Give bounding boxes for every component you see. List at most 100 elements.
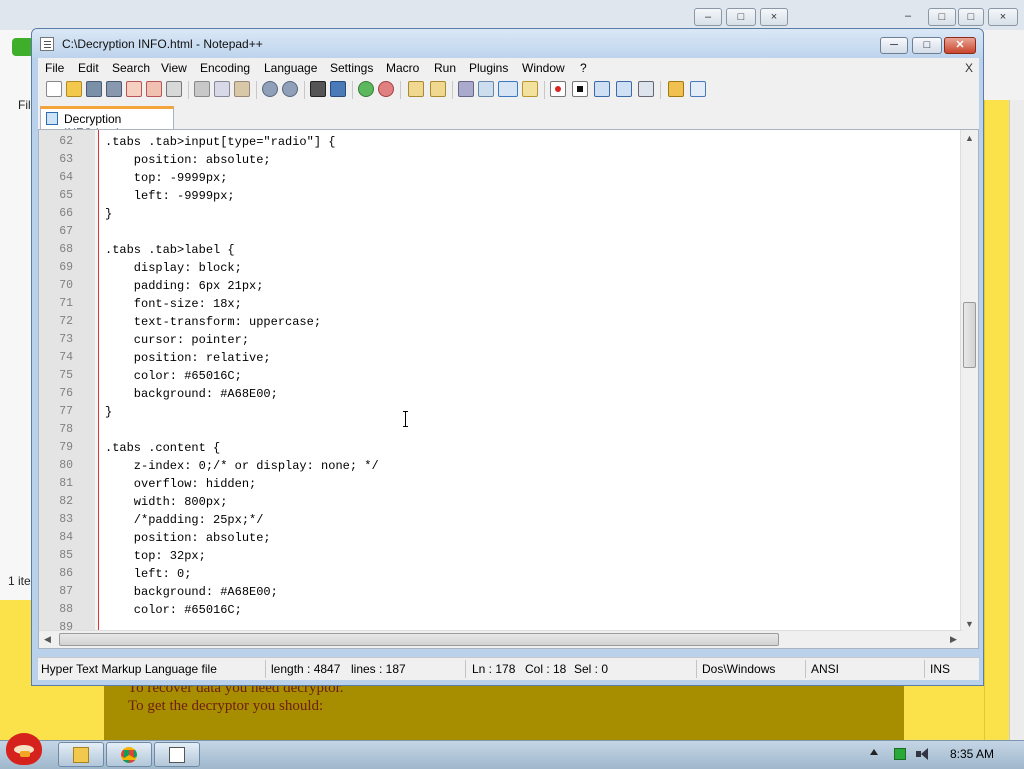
code-line[interactable]: 88 color: #65016C; — [39, 601, 962, 619]
code-line[interactable]: 84 position: absolute; — [39, 529, 962, 547]
code-line[interactable]: 86 left: 0; — [39, 565, 962, 583]
zoom-in-icon[interactable] — [358, 81, 374, 97]
scroll-left-arrow[interactable]: ◀ — [39, 631, 56, 648]
cut-icon[interactable] — [194, 81, 210, 97]
code-line[interactable]: 76 background: #A68E00; — [39, 385, 962, 403]
background-minimize-button-2[interactable]: – — [898, 8, 918, 26]
code-line[interactable]: 65 left: -9999px; — [39, 187, 962, 205]
close-button[interactable]: ✕ — [944, 37, 976, 54]
menu-macro[interactable]: Macro — [386, 61, 419, 75]
play-macro-icon[interactable] — [594, 81, 610, 97]
maximize-button[interactable]: □ — [912, 37, 942, 54]
code-line[interactable]: 87 background: #A68E00; — [39, 583, 962, 601]
undo-icon[interactable] — [262, 81, 278, 97]
code-line[interactable]: 69 display: block; — [39, 259, 962, 277]
close-document-button[interactable]: X — [965, 61, 973, 75]
menu-help[interactable]: ? — [580, 61, 587, 75]
new-file-icon[interactable] — [46, 81, 62, 97]
menu-window[interactable]: Window — [522, 61, 565, 75]
show-hidden-icons-icon[interactable] — [870, 749, 878, 755]
stop-macro-icon[interactable] — [572, 81, 588, 97]
code-line[interactable]: 64 top: -9999px; — [39, 169, 962, 187]
taskbar-explorer-button[interactable] — [58, 742, 104, 767]
sync-v-icon[interactable] — [408, 81, 424, 97]
record-macro-icon[interactable] — [550, 81, 566, 97]
window-titlebar[interactable]: C:\Decryption INFO.html - Notepad++ ─ □ … — [32, 29, 983, 59]
indent-guide-icon[interactable] — [498, 81, 518, 97]
paste-icon[interactable] — [234, 81, 250, 97]
code-line[interactable]: 67 — [39, 223, 962, 241]
menu-search[interactable]: Search — [112, 61, 150, 75]
code-line[interactable]: 79 .tabs .content { — [39, 439, 962, 457]
horizontal-scrollbar[interactable]: ◀ ▶ — [39, 630, 962, 648]
save-all-icon[interactable] — [106, 81, 122, 97]
doc-map-icon[interactable] — [522, 81, 538, 97]
menu-run[interactable]: Run — [434, 61, 456, 75]
code-line[interactable]: 78 — [39, 421, 962, 439]
minimize-button[interactable]: ─ — [880, 37, 908, 54]
find-icon[interactable] — [310, 81, 326, 97]
menu-encoding[interactable]: Encoding — [200, 61, 250, 75]
save-macro-icon[interactable] — [638, 81, 654, 97]
show-all-chars-icon[interactable] — [478, 81, 494, 97]
code-line[interactable]: 81 overflow: hidden; — [39, 475, 962, 493]
open-file-icon[interactable] — [66, 81, 82, 97]
network-icon[interactable] — [894, 748, 906, 760]
close-all-icon[interactable] — [146, 81, 162, 97]
menu-file[interactable]: File — [45, 61, 64, 75]
taskbar-notepad-button[interactable] — [154, 742, 200, 767]
vertical-scrollbar[interactable]: ▲ ▼ — [960, 130, 978, 633]
folder-icon[interactable] — [668, 81, 684, 97]
code-line[interactable]: 71 font-size: 18x; — [39, 295, 962, 313]
code-line[interactable]: 75 color: #65016C; — [39, 367, 962, 385]
menu-settings[interactable]: Settings — [330, 61, 373, 75]
spellcheck-icon[interactable] — [690, 81, 706, 97]
menu-plugins[interactable]: Plugins — [469, 61, 508, 75]
code-line[interactable]: 70 padding: 6px 21px; — [39, 277, 962, 295]
code-line[interactable]: 80 z-index: 0;/* or display: none; */ — [39, 457, 962, 475]
status-divider — [265, 660, 266, 678]
background-close-button-2[interactable]: × — [988, 8, 1018, 26]
print-icon[interactable] — [166, 81, 182, 97]
scroll-up-arrow[interactable]: ▲ — [961, 130, 978, 147]
word-wrap-icon[interactable] — [458, 81, 474, 97]
redo-icon[interactable] — [282, 81, 298, 97]
run-macro-multiple-icon[interactable] — [616, 81, 632, 97]
code-line[interactable]: 77} — [39, 403, 962, 421]
background-restore-button-2[interactable]: □ — [928, 8, 956, 26]
code-line[interactable]: 68 .tabs .tab>label { — [39, 241, 962, 259]
menu-edit[interactable]: Edit — [78, 61, 99, 75]
code-line[interactable]: 82 width: 800px; — [39, 493, 962, 511]
vertical-scroll-thumb[interactable] — [963, 302, 976, 368]
background-maximize-button-2[interactable]: □ — [958, 8, 984, 26]
code-line[interactable]: 74 position: relative; — [39, 349, 962, 367]
zoom-out-icon[interactable] — [378, 81, 394, 97]
code-line[interactable]: 72 text-transform: uppercase; — [39, 313, 962, 331]
horizontal-scroll-thumb[interactable] — [59, 633, 779, 646]
sync-h-icon[interactable] — [430, 81, 446, 97]
replace-icon[interactable] — [330, 81, 346, 97]
code-editor[interactable]: 62 .tabs .tab>input[type="radio"] {63 pos… — [38, 129, 979, 649]
taskbar-chrome-button[interactable] — [106, 742, 152, 767]
tab-decryption-info[interactable]: Decryption INFO.html — [40, 106, 174, 140]
tab-bar: Decryption INFO.html — [38, 102, 979, 140]
code-line[interactable]: 66} — [39, 205, 962, 223]
background-close-button[interactable]: × — [760, 8, 788, 26]
code-line[interactable]: 83 /*padding: 25px;*/ — [39, 511, 962, 529]
volume-icon[interactable] — [916, 748, 930, 761]
scroll-right-arrow[interactable]: ▶ — [945, 631, 962, 648]
menu-view[interactable]: View — [161, 61, 187, 75]
background-minimize-button[interactable]: – — [694, 8, 722, 26]
code-line[interactable]: 62 .tabs .tab>input[type="radio"] { — [39, 133, 962, 151]
start-button[interactable] — [2, 729, 50, 769]
menu-language[interactable]: Language — [264, 61, 317, 75]
code-line[interactable]: 63 position: absolute; — [39, 151, 962, 169]
background-maximize-button[interactable]: □ — [726, 8, 756, 26]
save-icon[interactable] — [86, 81, 102, 97]
code-line[interactable]: 85 top: 32px; — [39, 547, 962, 565]
code-line[interactable]: 73 cursor: pointer; — [39, 331, 962, 349]
background-scrollbar[interactable] — [1009, 100, 1024, 740]
copy-icon[interactable] — [214, 81, 230, 97]
clock[interactable]: 8:35 AM — [950, 747, 994, 761]
close-file-icon[interactable] — [126, 81, 142, 97]
